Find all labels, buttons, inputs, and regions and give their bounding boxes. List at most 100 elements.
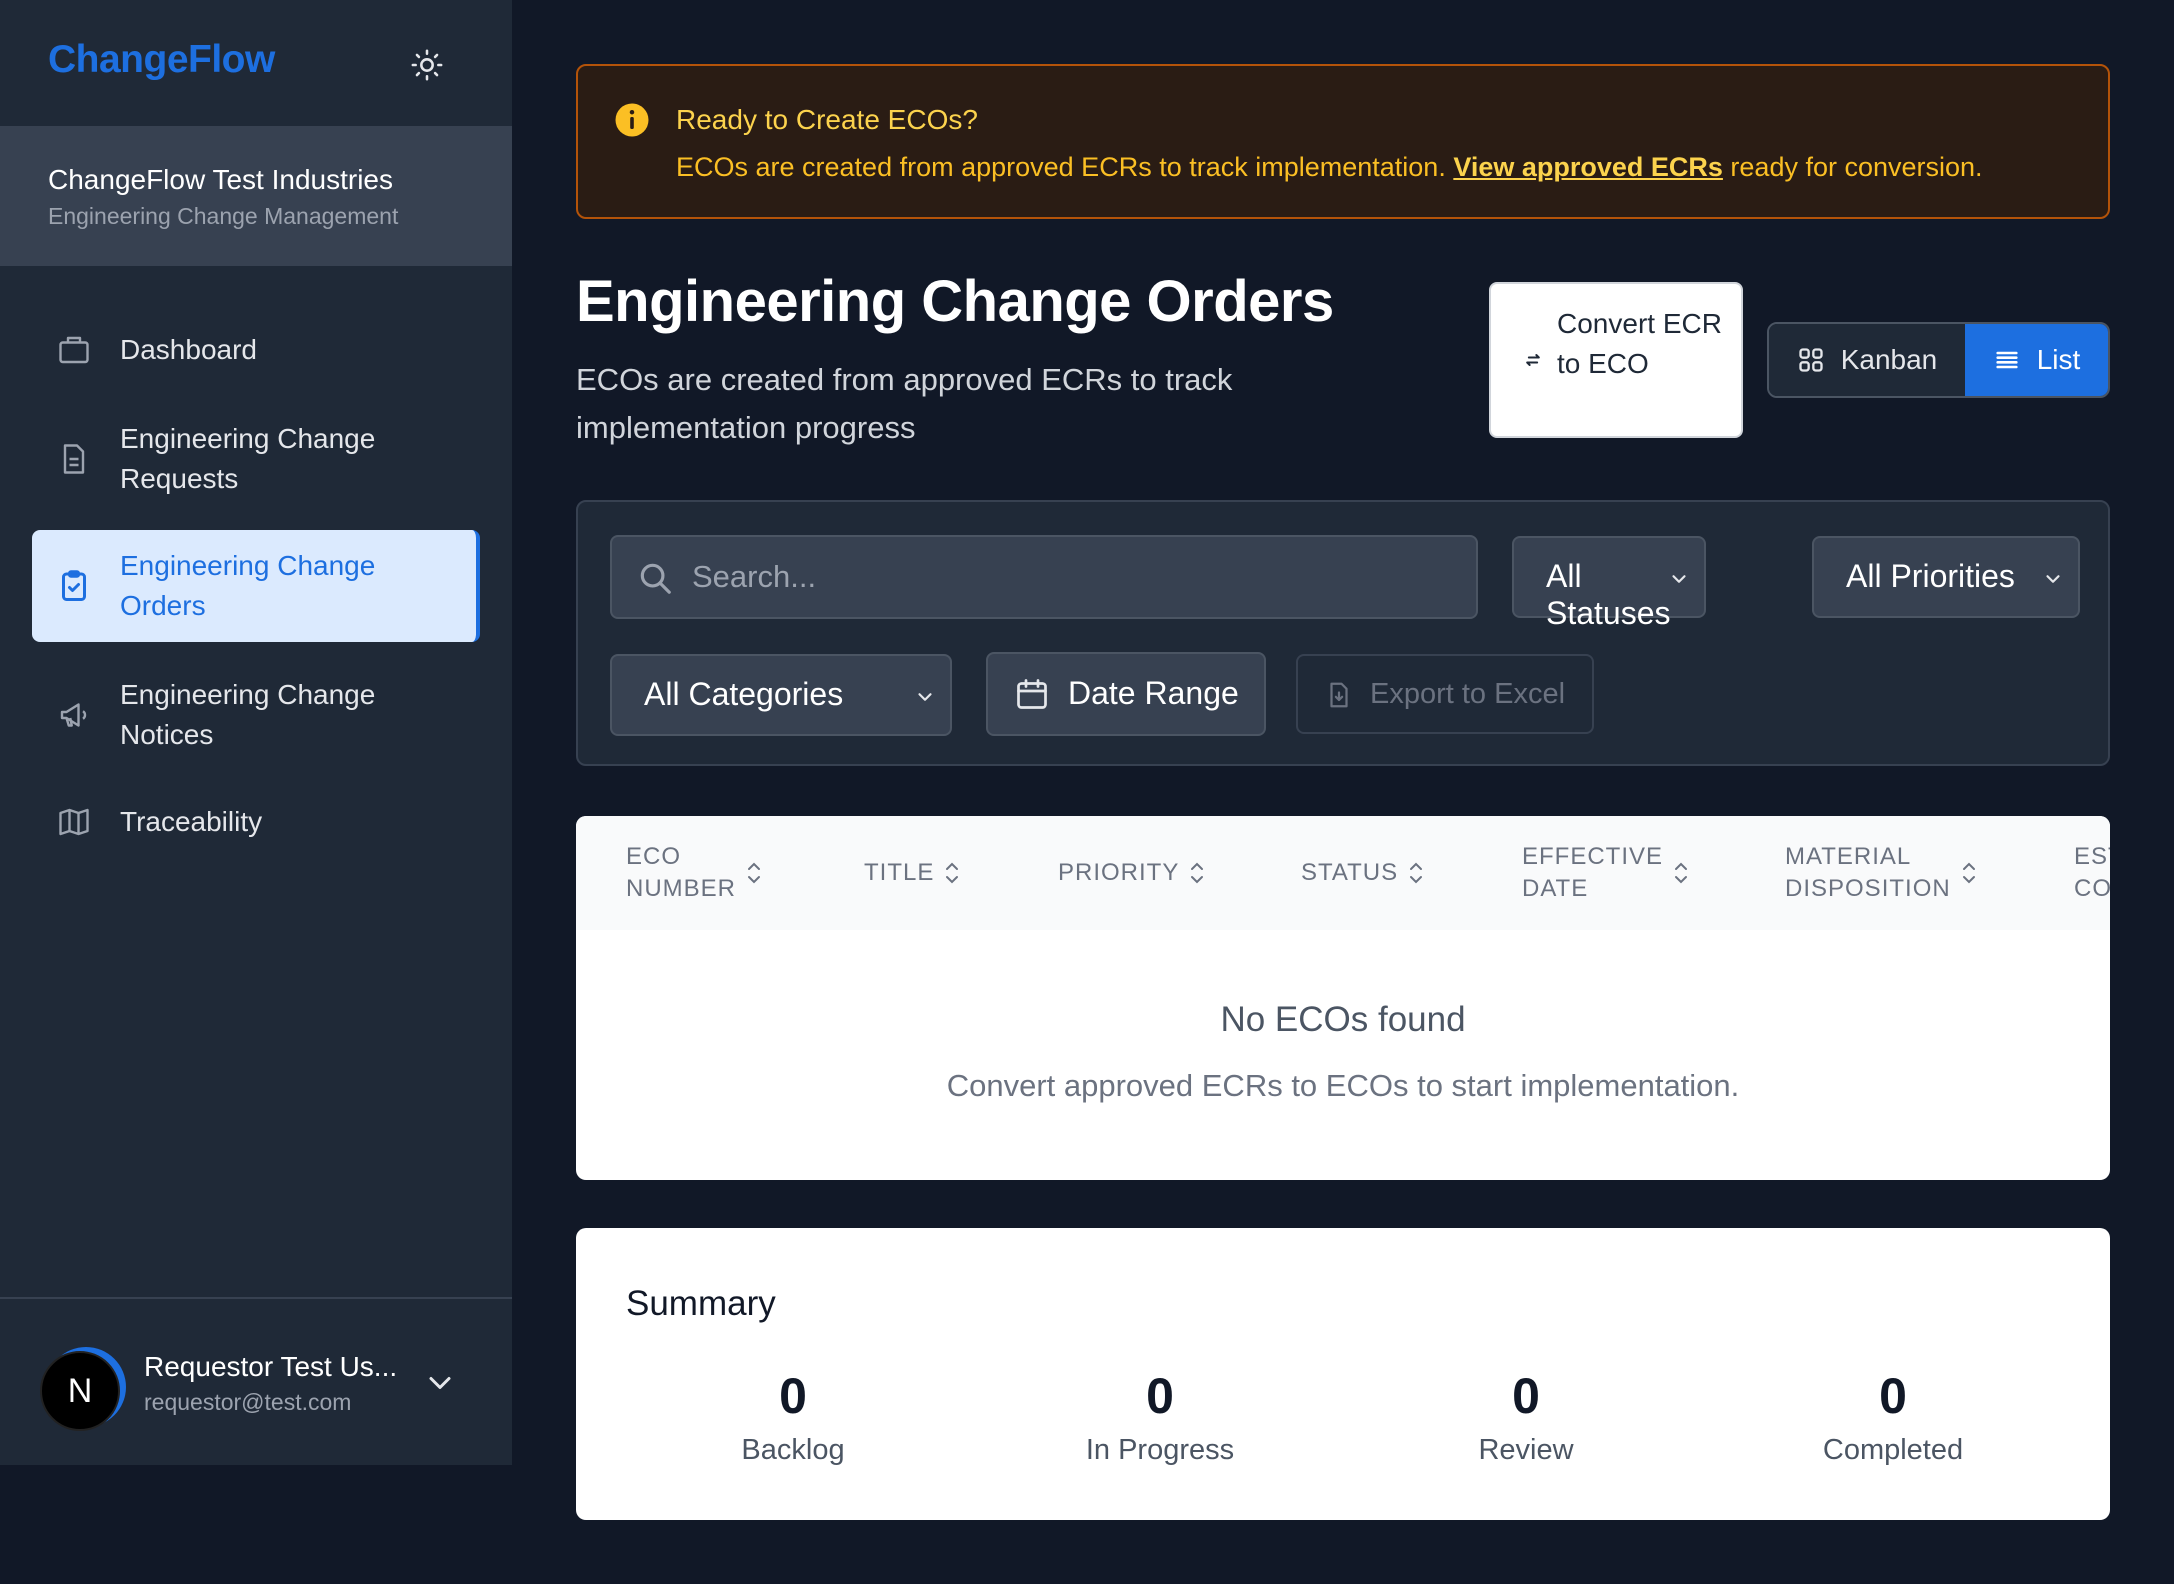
stat-review: 0 Review: [1376, 1368, 1676, 1467]
column-label: ECO NUMBER: [626, 843, 737, 902]
sidebar-item-dashboard[interactable]: Dashboard: [32, 330, 480, 370]
search-box: [610, 535, 1478, 619]
sidebar-item-traceability[interactable]: Traceability: [32, 802, 480, 842]
sort-icon: [1675, 862, 1688, 884]
sort-icon: [946, 862, 959, 884]
column-label: TITLE: [864, 859, 935, 886]
category-filter-value: All Categories: [644, 676, 844, 712]
swap-arrows-icon: [1526, 354, 1540, 366]
organization-name: ChangeFlow Test Industries: [48, 164, 393, 195]
column-label: EFFECTIVE DATE: [1522, 843, 1664, 902]
stat-backlog: 0 Backlog: [643, 1368, 943, 1467]
stat-value: 0: [1879, 1368, 1907, 1424]
banner-title: Ready to Create ECOs?: [676, 104, 978, 135]
stat-label: Backlog: [741, 1434, 845, 1466]
priority-filter-select[interactable]: All Priorities: [1812, 536, 2080, 618]
view-toggle: Kanban List: [1767, 322, 2110, 398]
filters-panel: All Statuses All Priorities All Categori…: [576, 500, 2110, 766]
column-header-priority[interactable]: PRIORITY: [1058, 816, 1205, 930]
priority-filter-value: All Priorities: [1846, 558, 2015, 594]
export-excel-button[interactable]: Export to Excel: [1296, 654, 1594, 734]
clipboard-check-icon: [54, 566, 94, 606]
sidebar-item-change-requests[interactable]: Engineering Change Requests: [32, 419, 480, 499]
map-icon: [54, 802, 94, 842]
sidebar-item-change-orders[interactable]: Engineering Change Orders: [32, 530, 480, 642]
view-approved-ecrs-link[interactable]: View approved ECRs: [1453, 152, 1723, 182]
search-input[interactable]: [690, 537, 1450, 617]
stat-label: In Progress: [1085, 1434, 1235, 1466]
megaphone-icon: [54, 695, 94, 735]
sidebar-item-label: Engineering Change Requests: [120, 423, 376, 494]
sidebar-item-change-notices[interactable]: Engineering Change Notices: [32, 675, 480, 755]
sort-icon: [1962, 862, 1975, 884]
user-name: Requestor Test Us...: [144, 1351, 398, 1382]
category-filter-select[interactable]: All Categories: [610, 654, 952, 736]
sidebar-item-label: Engineering Change Notices: [120, 679, 376, 750]
brand-logo[interactable]: ChangeFlow: [48, 38, 275, 82]
chevron-down-icon: [1672, 575, 1686, 583]
column-header-eco-number[interactable]: ECO NUMBER: [626, 816, 762, 930]
column-header-effective-date[interactable]: EFFECTIVE DATE: [1522, 816, 1689, 930]
info-banner: Ready to Create ECOs? ECOs are created f…: [576, 64, 2110, 219]
sort-icon: [1191, 862, 1204, 884]
summary-title: Summary: [626, 1284, 776, 1323]
empty-state-message: Convert approved ECRs to ECOs to start i…: [946, 1068, 1740, 1103]
page-title: Engineering Change Orders: [576, 269, 1334, 334]
brand-bar: ChangeFlow: [0, 0, 512, 126]
date-range-label: Date Range: [1068, 675, 1239, 711]
stat-value: 0: [779, 1368, 807, 1424]
stat-completed: 0 Completed: [1743, 1368, 2043, 1467]
sidebar: ChangeFlow ChangeFlow Test Industries En…: [0, 0, 512, 1465]
kanban-label: Kanban: [1840, 344, 1938, 375]
file-download-icon: [1330, 682, 1348, 708]
convert-button-label: Convert ECR to ECO: [1557, 308, 1722, 379]
list-view-button[interactable]: List: [1965, 324, 2108, 396]
column-label: MATERIAL DISPOSITION: [1785, 843, 1951, 902]
date-range-button[interactable]: Date Range: [986, 652, 1266, 736]
stat-label: Completed: [1822, 1434, 1964, 1466]
chevron-down-icon: [918, 693, 932, 701]
sort-icon: [1410, 862, 1423, 884]
info-icon: [615, 103, 649, 137]
list-label: List: [2036, 344, 2081, 375]
list-icon: [1996, 351, 2018, 369]
avatar: N: [40, 1351, 120, 1431]
column-header-est-cost[interactable]: EST CO: [2074, 816, 2110, 930]
search-icon: [640, 563, 671, 594]
banner-text-after: ready for conversion.: [1722, 152, 1983, 182]
briefcase-icon: [54, 330, 94, 370]
banner-message: ECOs are created from approved ECRs to t…: [676, 152, 1983, 183]
theme-toggle-button[interactable]: [404, 42, 450, 88]
user-email: requestor@test.com: [144, 1389, 352, 1415]
stat-in-progress: 0 In Progress: [1010, 1368, 1310, 1467]
stat-label: Review: [1478, 1434, 1574, 1466]
organization-card: ChangeFlow Test Industries Engineering C…: [0, 126, 512, 266]
calendar-icon: [1017, 679, 1047, 709]
status-filter-select[interactable]: All Statuses: [1512, 536, 1706, 631]
sort-icon: [748, 862, 761, 884]
column-label: STATUS: [1301, 859, 1399, 886]
summary-card: Summary 0 Backlog 0 In Progress 0 Review…: [576, 1228, 2110, 1520]
sidebar-item-label: Dashboard: [120, 334, 257, 365]
export-label: Export to Excel: [1370, 678, 1566, 710]
column-header-material-disposition[interactable]: MATERIAL DISPOSITION: [1785, 816, 1977, 930]
column-header-status[interactable]: STATUS: [1301, 816, 1424, 930]
convert-ecr-to-eco-button[interactable]: Convert ECR to ECO: [1489, 282, 1743, 438]
column-label: PRIORITY: [1058, 859, 1180, 886]
banner-text-before: ECOs are created from approved ECRs to t…: [676, 152, 1454, 182]
column-label: EST CO: [2074, 843, 2110, 902]
page-subtitle: ECOs are created from approved ECRs to t…: [576, 362, 1233, 445]
document-icon: [54, 439, 94, 479]
table-header: ECO NUMBER TITLE PRIORITY STATUS EFFECTI…: [576, 816, 2110, 930]
empty-state-title: No ECOs found: [1220, 1000, 1466, 1039]
eco-table: ECO NUMBER TITLE PRIORITY STATUS EFFECTI…: [576, 816, 2110, 1180]
kanban-view-button[interactable]: Kanban: [1769, 324, 1965, 396]
organization-subtitle: Engineering Change Management: [48, 203, 399, 229]
stat-value: 0: [1146, 1368, 1174, 1424]
sun-icon: [411, 49, 443, 81]
grid-icon: [1799, 348, 1823, 372]
chevron-down-icon[interactable]: [422, 1365, 458, 1401]
column-header-title[interactable]: TITLE: [864, 816, 960, 930]
user-menu[interactable]: N Requestor Test Us... requestor@test.co…: [0, 1297, 512, 1465]
sidebar-item-label: Engineering Change Orders: [120, 550, 376, 621]
